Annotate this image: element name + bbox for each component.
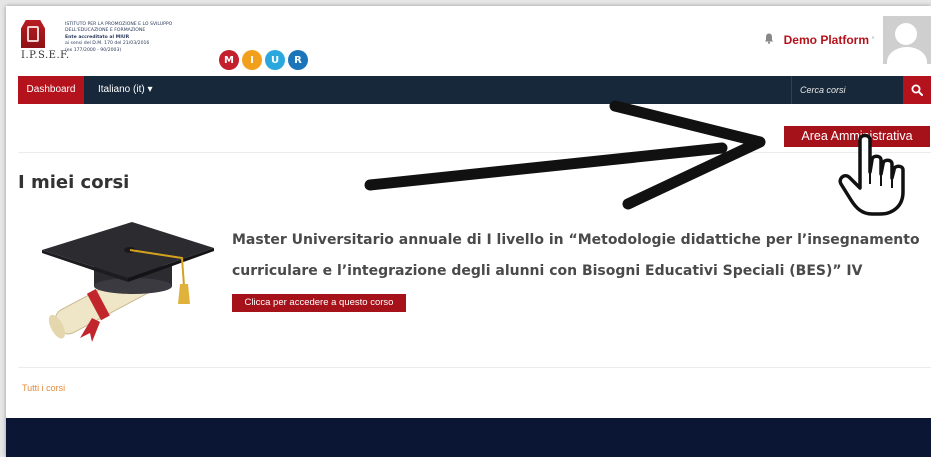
user-menu[interactable]: Demo Platform ˅	[764, 16, 931, 64]
access-course-button[interactable]: Clicca per accedere a questo corso	[232, 294, 406, 312]
main-navbar: Dashboard Italiano (it) ▾	[18, 76, 931, 104]
avatar[interactable]	[883, 16, 931, 64]
chevron-down-icon[interactable]: ˅	[871, 36, 875, 45]
all-courses-link[interactable]: Tutti i corsi	[22, 383, 65, 393]
miur-letter: I	[242, 50, 262, 70]
page-title: I miei corsi	[18, 172, 130, 193]
page: I.P.S.E.F. ISTITUTO PER LA PROMOZIONE E …	[6, 6, 931, 457]
miur-letter: U	[265, 50, 285, 70]
search-icon	[911, 84, 923, 96]
logo-acronym: I.P.S.E.F.	[21, 50, 70, 61]
hand-pointer-icon	[838, 133, 905, 216]
language-menu[interactable]: Italiano (it) ▾	[98, 76, 152, 104]
footer	[6, 418, 931, 457]
search-courses-input[interactable]	[791, 76, 903, 104]
nav-dashboard[interactable]: Dashboard	[18, 76, 84, 104]
miur-letter: R	[288, 50, 308, 70]
user-name[interactable]: Demo Platform	[784, 33, 869, 47]
divider	[18, 152, 931, 153]
search-button[interactable]	[903, 76, 931, 104]
divider	[18, 367, 931, 368]
miur-logo: M I U R	[219, 50, 308, 72]
notification-bell-icon[interactable]	[764, 33, 774, 47]
course-image[interactable]	[32, 220, 217, 344]
logo-line: (ex 177/2000 - 90/2003)	[65, 47, 122, 53]
graduation-cap-icon	[42, 222, 214, 342]
logo-text: ISTITUTO PER LA PROMOZIONE E LO SVILUPPO…	[65, 22, 215, 54]
miur-letter: M	[219, 50, 239, 70]
ipsef-logo[interactable]: I.P.S.E.F. ISTITUTO PER LA PROMOZIONE E …	[21, 20, 308, 72]
ipsef-emblem-icon	[21, 20, 45, 48]
